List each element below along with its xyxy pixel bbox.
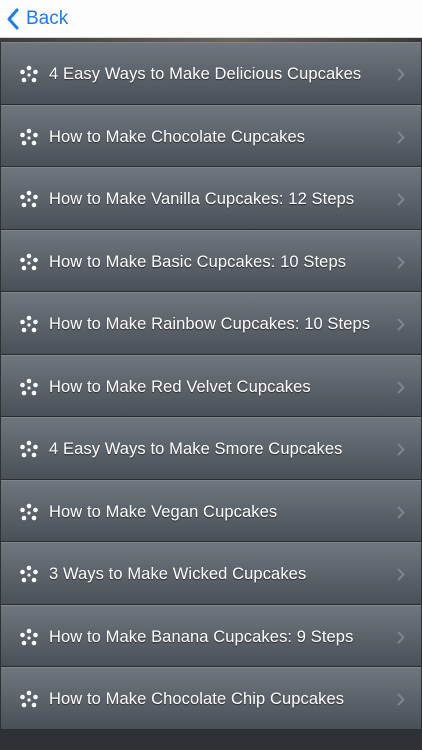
list-item-label: How to Make Chocolate Cupcakes: [49, 127, 306, 146]
list-item[interactable]: How to Make Red Velvet Cupcakes: [1, 354, 421, 417]
sparkle-dots-icon: [20, 128, 38, 145]
chevron-right-icon: [397, 193, 405, 206]
list-item-label: How to Make Basic Cupcakes: 10 Steps: [49, 252, 347, 271]
sparkle-dots-icon: [20, 65, 38, 83]
chevron-right-icon: [397, 68, 405, 81]
list-item-label: How to Make Rainbow Cupcakes: 10 Steps: [49, 315, 371, 333]
list-item[interactable]: How to Make Basic Cupcakes: 10 Steps: [1, 229, 421, 292]
chevron-left-icon: [7, 8, 19, 30]
list-item[interactable]: 4 Easy Ways to Make Smore Cupcakes: [1, 417, 421, 480]
list-item-label: How to Make Chocolate Chip Cupcakes: [49, 690, 345, 708]
list-item-label: 4 Easy Ways to Make Delicious Cupcakes: [49, 65, 362, 83]
navigation-bar: Back: [0, 0, 422, 38]
list-item[interactable]: 3 Ways to Make Wicked Cupcakes: [1, 542, 421, 605]
sparkle-dots-icon: [20, 690, 38, 708]
sparkle-dots-icon: [20, 628, 38, 645]
sparkle-dots-icon: [20, 253, 38, 270]
chevron-right-icon: [397, 631, 405, 643]
list-item[interactable]: How to Make Rainbow Cupcakes: 10 Steps: [1, 292, 421, 355]
sparkle-dots-icon: [20, 503, 38, 520]
chevron-right-icon: [397, 443, 405, 456]
chevron-right-icon: [397, 256, 405, 268]
sparkle-dots-icon: [20, 190, 38, 208]
chevron-right-icon: [397, 568, 405, 581]
back-button[interactable]: Back: [6, 2, 68, 36]
list-item-label: How to Make Vanilla Cupcakes: 12 Steps: [49, 190, 355, 208]
chevron-right-icon: [397, 693, 405, 706]
list-item-label: How to Make Banana Cupcakes: 9 Steps: [49, 627, 354, 646]
sparkle-dots-icon: [20, 378, 38, 395]
sparkle-dots-icon: [20, 315, 38, 333]
list-item-label: How to Make Vegan Cupcakes: [49, 502, 278, 521]
article-list: 4 Easy Ways to Make Delicious Cupcakes H…: [0, 42, 422, 750]
list-item-label: 4 Easy Ways to Make Smore Cupcakes: [49, 440, 343, 458]
list-item[interactable]: How to Make Vegan Cupcakes: [1, 479, 421, 542]
list-item[interactable]: How to Make Banana Cupcakes: 9 Steps: [1, 604, 421, 667]
list-item-label: How to Make Red Velvet Cupcakes: [49, 377, 311, 396]
chevron-right-icon: [397, 506, 405, 518]
back-label: Back: [26, 8, 69, 29]
list-item[interactable]: How to Make Vanilla Cupcakes: 12 Steps: [1, 167, 421, 230]
sparkle-dots-icon: [20, 440, 38, 458]
list-item[interactable]: How to Make Chocolate Cupcakes: [1, 104, 421, 167]
chevron-right-icon: [397, 318, 405, 331]
sparkle-dots-icon: [20, 565, 38, 583]
chevron-right-icon: [397, 381, 405, 393]
list-item[interactable]: 4 Easy Ways to Make Delicious Cupcakes: [1, 42, 421, 105]
list-item[interactable]: How to Make Chocolate Chip Cupcakes: [1, 667, 421, 730]
chevron-right-icon: [397, 131, 405, 143]
list-item-label: 3 Ways to Make Wicked Cupcakes: [49, 565, 307, 583]
